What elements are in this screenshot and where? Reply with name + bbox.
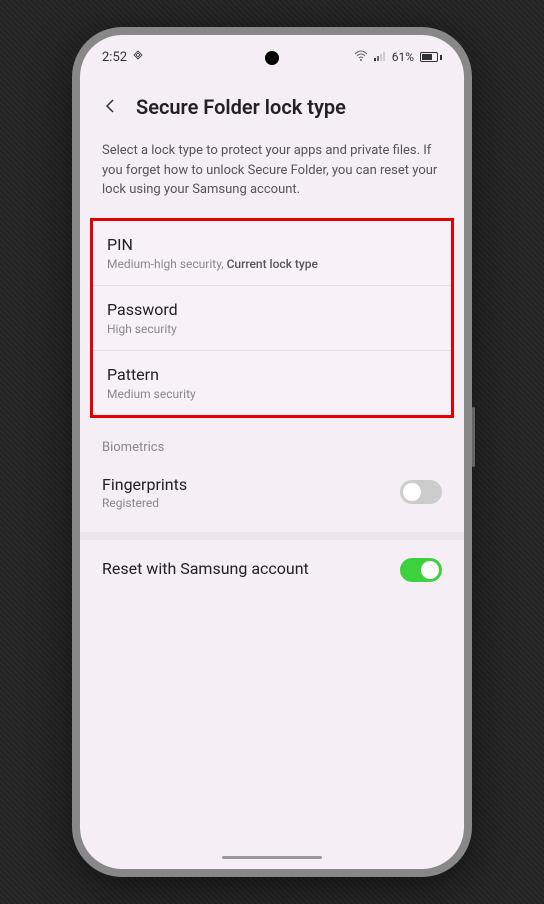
page-title: Secure Folder lock type	[136, 95, 346, 119]
current-lock-label: Current lock type	[227, 257, 318, 271]
setting-subtitle: Registered	[102, 496, 400, 510]
fingerprints-row[interactable]: Fingerprints Registered	[80, 463, 464, 522]
fingerprints-toggle[interactable]	[400, 480, 442, 504]
lock-option-pattern[interactable]: Pattern Medium security	[93, 351, 451, 415]
description-text: Select a lock type to protect your apps …	[80, 133, 464, 218]
reset-samsung-row[interactable]: Reset with Samsung account	[80, 546, 464, 594]
toggle-knob	[421, 561, 439, 579]
option-subtitle: Medium-high security, Current lock type	[107, 257, 437, 271]
battery-icon	[420, 52, 442, 62]
lock-option-password[interactable]: Password High security	[93, 286, 451, 351]
lock-option-pin[interactable]: PIN Medium-high security, Current lock t…	[93, 221, 451, 286]
back-button[interactable]	[98, 91, 122, 123]
setting-title: Reset with Samsung account	[102, 559, 400, 578]
section-divider	[80, 532, 464, 540]
phone-screen: 2:52 61% Secure	[80, 35, 464, 869]
camera-notch	[265, 51, 279, 65]
setting-title: Fingerprints	[102, 475, 400, 494]
home-indicator[interactable]	[222, 856, 322, 859]
option-title: PIN	[107, 235, 437, 254]
option-subtitle: High security	[107, 322, 437, 336]
reset-samsung-toggle[interactable]	[400, 558, 442, 582]
biometrics-section-header: Biometrics	[80, 418, 464, 463]
battery-percent: 61%	[392, 50, 414, 64]
header: Secure Folder lock type	[80, 71, 464, 133]
toggle-knob	[403, 483, 421, 501]
option-title: Pattern	[107, 365, 437, 384]
lock-options-highlight: PIN Medium-high security, Current lock t…	[90, 218, 454, 418]
option-title: Password	[107, 300, 437, 319]
status-time: 2:52	[102, 50, 127, 65]
option-subtitle: Medium security	[107, 387, 437, 401]
nearby-icon	[132, 49, 144, 65]
wifi-icon	[354, 50, 368, 65]
power-button	[472, 407, 475, 467]
phone-frame: 2:52 61% Secure	[72, 27, 472, 877]
signal-icon	[374, 50, 386, 64]
